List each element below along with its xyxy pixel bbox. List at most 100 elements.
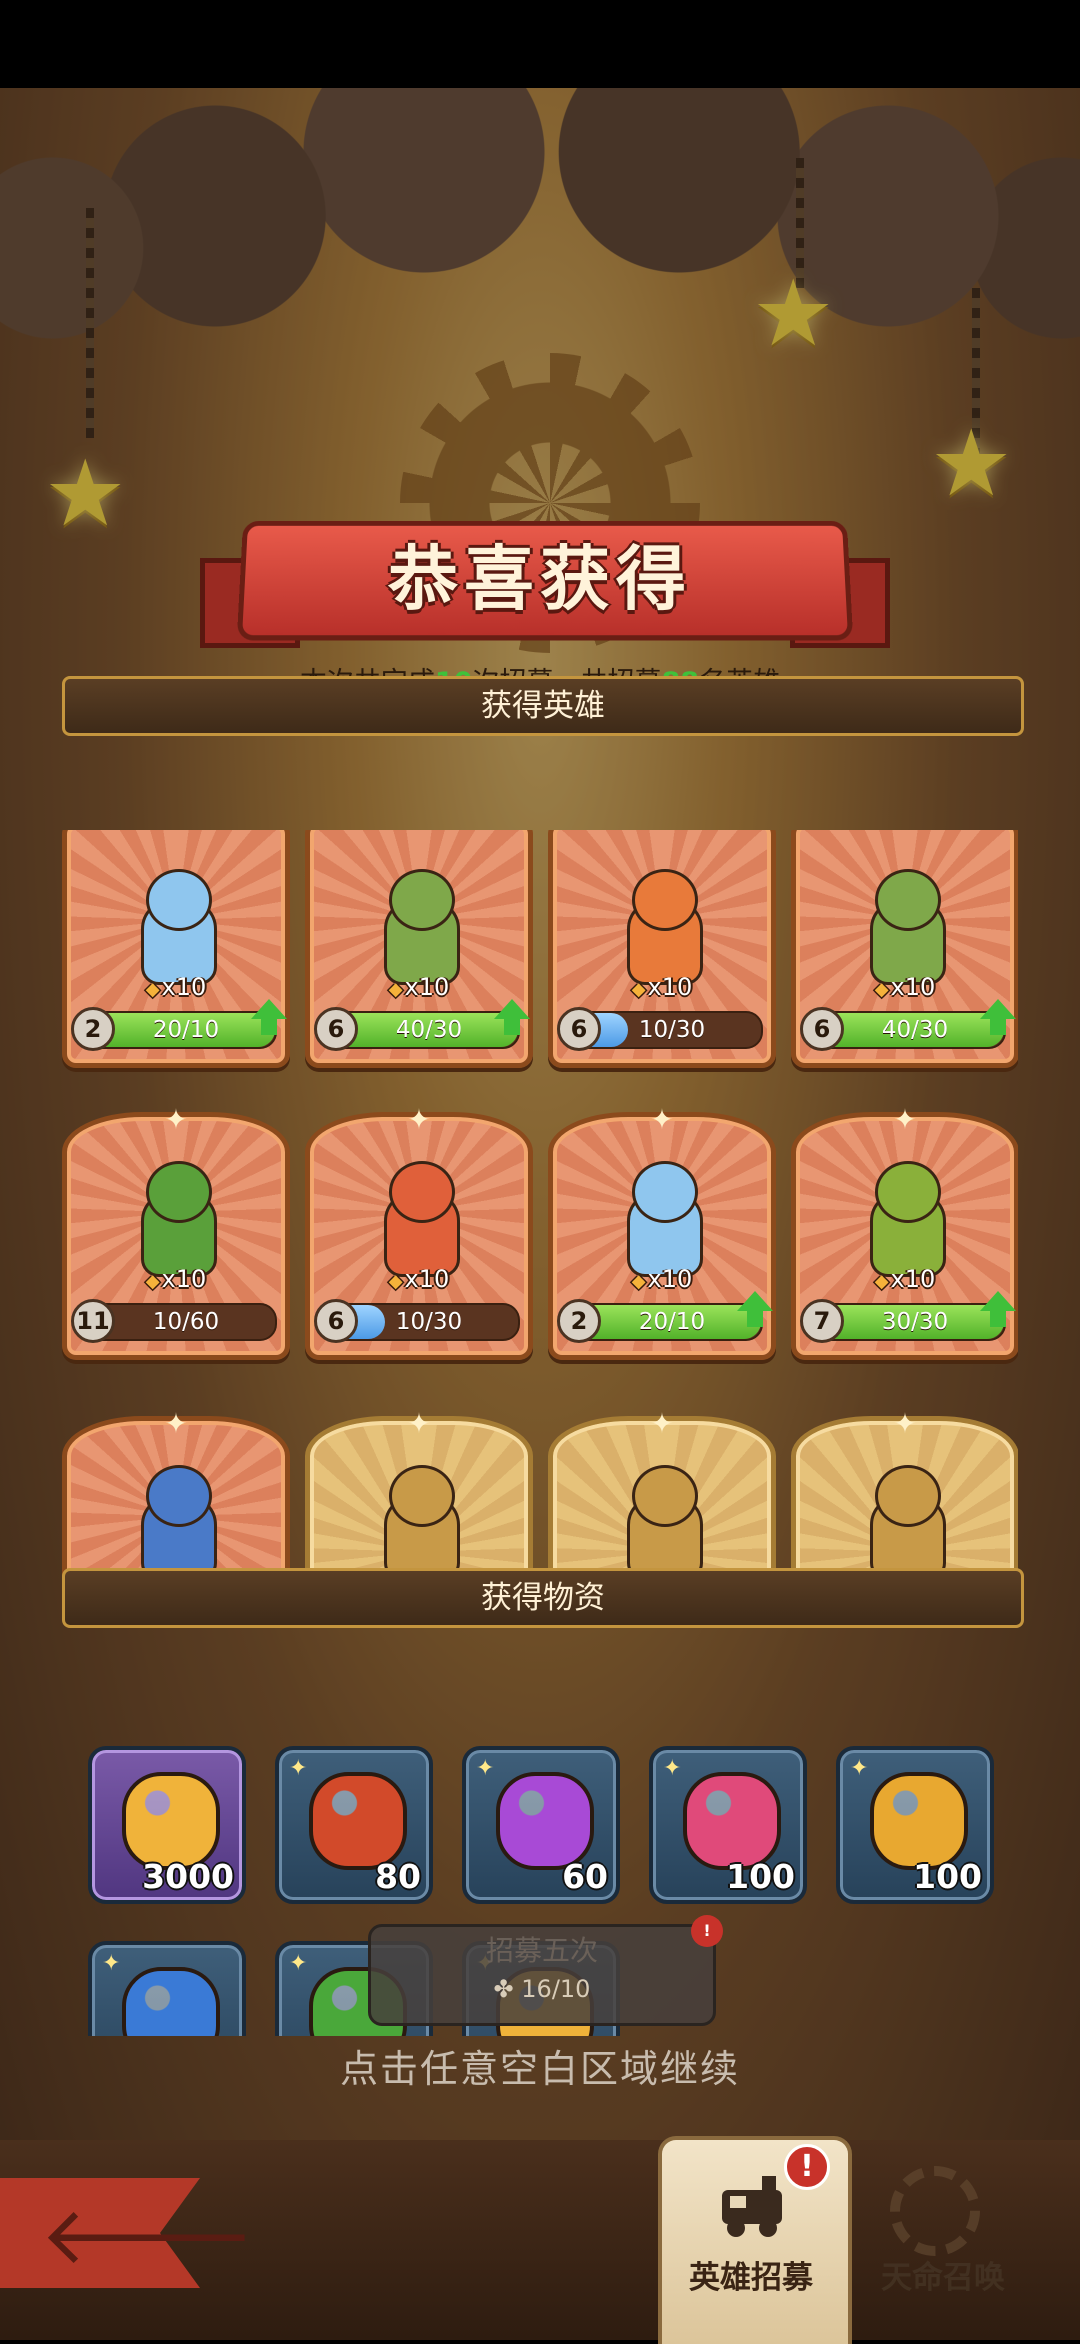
hero-head: [875, 869, 941, 931]
item-quantity: 60: [562, 1857, 608, 1896]
item-slot[interactable]: ✦ 80: [275, 1746, 433, 1904]
item-slot[interactable]: ✦: [88, 1941, 246, 2036]
hero-level-badge: 2: [557, 1299, 601, 1343]
hero-level-badge: 11: [71, 1299, 115, 1343]
items-section-header: 获得物资: [62, 1568, 1024, 1628]
sparkle-icon: ✦: [407, 1407, 431, 1440]
quest-progress: ✤ 16/10: [493, 1975, 591, 2003]
hero-card[interactable]: x10 20/10 2: [62, 830, 290, 1068]
hero-card-count: x10: [796, 973, 1014, 1001]
hero-card[interactable]: x10 40/30 6: [791, 830, 1018, 1068]
sparkle-icon: ✦: [102, 1951, 121, 1976]
sparkle-icon: ✦: [650, 1407, 674, 1440]
hero-card[interactable]: x10 40/30 6: [305, 830, 533, 1068]
hero-level-badge: 6: [800, 1007, 844, 1051]
hero-head: [632, 869, 698, 931]
hero-card[interactable]: ✦ x10 20/10 2: [548, 1103, 776, 1360]
fox-mage-hero: [602, 869, 722, 989]
sparkle-icon: ✦: [164, 1407, 188, 1440]
sparkle-icon: ✦: [893, 1103, 917, 1136]
water-spirit-hero: [116, 869, 236, 989]
shard-progress-text: 10/30: [638, 1017, 706, 1043]
sparkle-icon: ✦: [476, 1756, 495, 1781]
hero-card-count: x10: [310, 1265, 528, 1293]
hero-card-count: x10: [553, 973, 771, 1001]
item-slot[interactable]: 3000: [88, 1746, 246, 1904]
hero-head: [389, 1161, 455, 1223]
recruit-alert-badge: !: [784, 2144, 830, 2190]
hero-head: [632, 1465, 698, 1527]
spiky-turtle-hero: [359, 1465, 479, 1585]
item-slot[interactable]: ✦ 60: [462, 1746, 620, 1904]
frog-gentleman-hero: [116, 1161, 236, 1281]
sparkle-icon: ✦: [893, 1407, 917, 1440]
sparkle-icon: ✦: [164, 1103, 188, 1136]
hero-level-badge: 7: [800, 1299, 844, 1343]
shard-progress-text: 40/30: [395, 1017, 463, 1043]
hero-card[interactable]: ✦ x10 30/30 7: [791, 1103, 1018, 1360]
hero-head: [146, 1161, 212, 1223]
hero-head: [146, 1465, 212, 1527]
hero-card[interactable]: x10 10/30 6: [548, 830, 776, 1068]
goblin-shield-hero: [359, 869, 479, 989]
upgrade-arrow-icon: [492, 999, 532, 1039]
upgrade-arrow-icon: [249, 999, 289, 1039]
hero-card-count: x10: [553, 1265, 771, 1293]
hero-card-count: x10: [310, 973, 528, 1001]
gold-coin-icon: [122, 1772, 220, 1870]
shard-progress-text: 10/60: [152, 1309, 220, 1335]
item-quantity: 100: [726, 1857, 795, 1896]
shard-progress-text: 40/30: [881, 1017, 949, 1043]
blue-wizard-gem-icon: [122, 1967, 220, 2036]
item-quantity: 100: [913, 1857, 982, 1896]
water-spirit-hero: [602, 1161, 722, 1281]
hero-card-count: x10: [67, 973, 285, 1001]
hero-head: [875, 1161, 941, 1223]
bunny-girl-hero: [359, 1161, 479, 1281]
hero-head: [146, 869, 212, 931]
upgrade-arrow-icon: [735, 1291, 775, 1331]
blue-hair-rogue-hero: [116, 1465, 236, 1585]
hero-level-badge: 2: [71, 1007, 115, 1051]
hero-card-count: x10: [67, 1265, 285, 1293]
recruit-quest-panel[interactable]: 招募五次 ✤ 16/10 !: [368, 1915, 723, 2026]
hero-card[interactable]: ✦ x10 10/60 11: [62, 1103, 290, 1360]
upgrade-arrow-icon: [978, 999, 1018, 1039]
quest-name: 招募五次: [485, 1934, 598, 1967]
hooded-swordsman-hero: [845, 1161, 965, 1281]
heroes-section-header: 获得英雄: [62, 676, 1024, 736]
item-slot[interactable]: ✦ 100: [649, 1746, 807, 1904]
tab-fate-summon-label[interactable]: 天命召唤: [850, 2252, 1036, 2297]
item-slot[interactable]: ✦ 100: [836, 1746, 994, 1904]
upgrade-arrow-icon: [978, 1291, 1018, 1331]
sparkle-icon: ✦: [289, 1951, 308, 1976]
hero-card[interactable]: ✦ x10 10/30 6: [305, 1103, 533, 1360]
shard-progress-text: 20/10: [638, 1309, 706, 1335]
sparkle-icon: ✦: [850, 1756, 869, 1781]
hero-card-grid[interactable]: x10 20/10 2 x10 40/30 6 x10 10/30 6 x10 40/30 6 ✦ x10…: [62, 830, 1018, 1603]
goblin-shield-hero: [845, 869, 965, 989]
item-quantity: 80: [375, 1857, 421, 1896]
shard-progress-text: 10/30: [395, 1309, 463, 1335]
spiky-turtle-hero: [845, 1465, 965, 1585]
hero-head: [389, 1465, 455, 1527]
hero-level-badge: 6: [557, 1007, 601, 1051]
pink-cross-gem-icon: [683, 1772, 781, 1870]
quest-alert-badge: !: [691, 1915, 723, 1947]
gold-shield-gem-icon: [870, 1772, 968, 1870]
hero-head: [632, 1161, 698, 1223]
shard-progress-text: 30/30: [881, 1309, 949, 1335]
shard-progress-text: 20/10: [152, 1017, 220, 1043]
spiky-turtle-hero: [602, 1465, 722, 1585]
sparkle-icon: ✦: [663, 1756, 682, 1781]
purple-shuriken-gem-icon: [496, 1772, 594, 1870]
hero-card-count: x10: [796, 1265, 1014, 1293]
hero-level-badge: 6: [314, 1007, 358, 1051]
item-quantity: 3000: [142, 1857, 234, 1896]
sparkle-icon: ✦: [650, 1103, 674, 1136]
hero-head: [875, 1465, 941, 1527]
back-arrow-icon: 🡐: [40, 2189, 255, 2282]
tab-hero-recruit-label: 英雄招募: [689, 2260, 813, 2296]
fate-wheel-icon: [890, 2166, 980, 2256]
tap-to-continue-hint[interactable]: 点击任意空白区域继续: [0, 2038, 1080, 2093]
